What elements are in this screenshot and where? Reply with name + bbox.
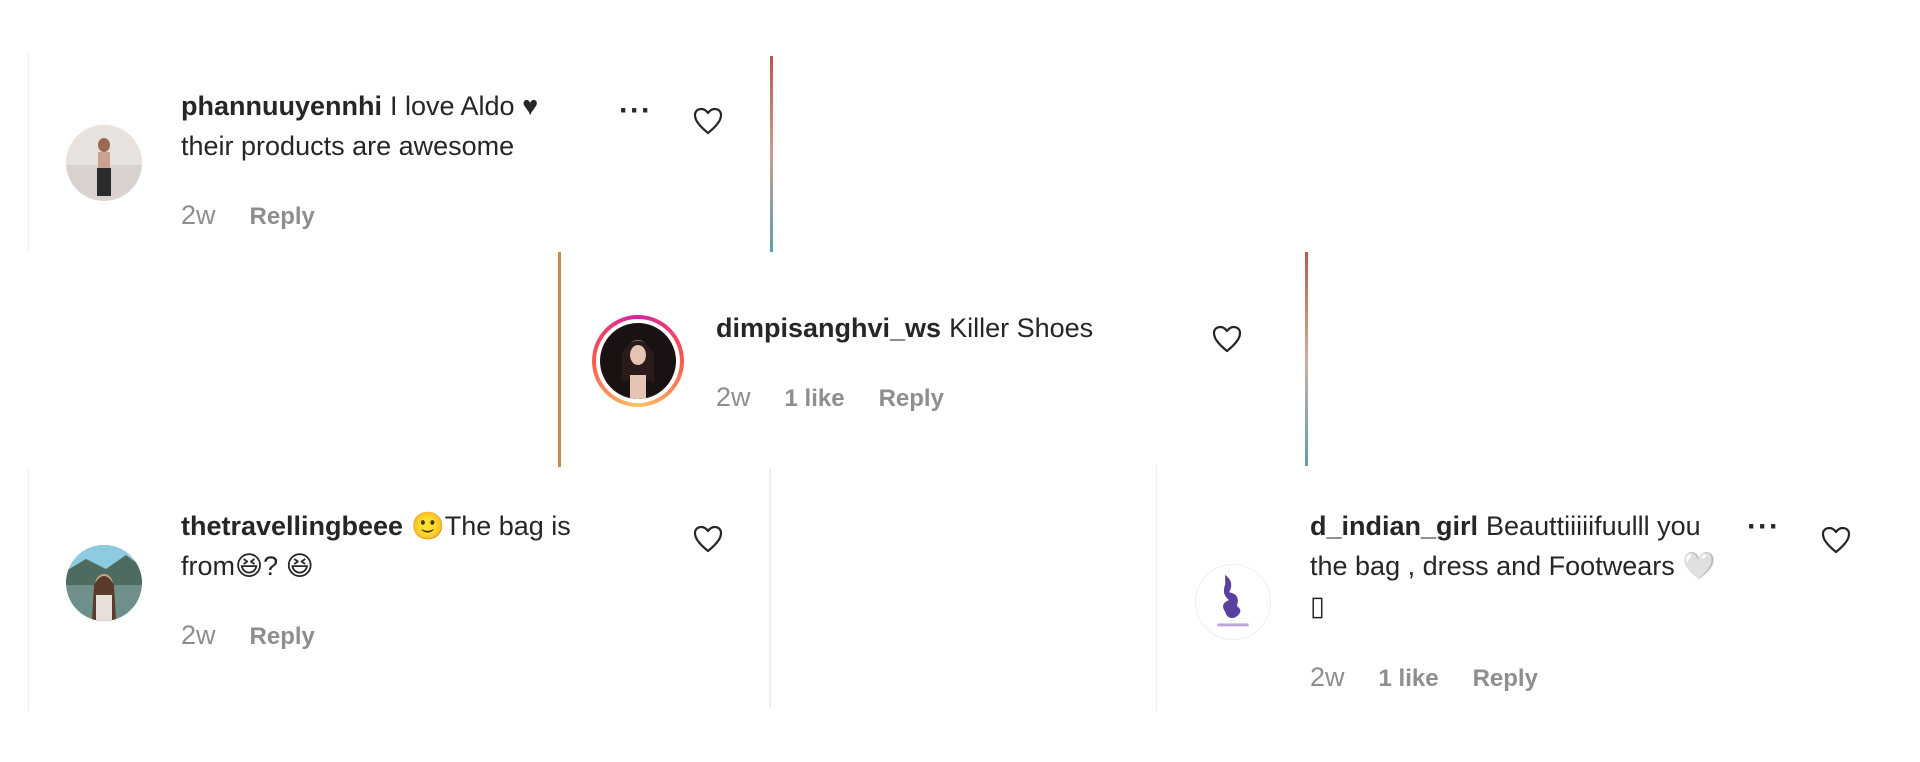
avatar[interactable] — [1195, 564, 1271, 640]
more-options-icon[interactable]: ··· — [1745, 510, 1782, 544]
username[interactable]: phannuuyennhi — [181, 91, 382, 121]
comment-meta: 2w 1 like Reply — [1310, 662, 1538, 693]
heart-outline-icon[interactable] — [693, 525, 723, 553]
comment-text: dimpisanghvi_ws Killer Shoes — [716, 308, 1136, 348]
reply-button[interactable]: Reply — [879, 385, 944, 413]
reply-button[interactable]: Reply — [250, 623, 315, 651]
timestamp[interactable]: 2w — [716, 382, 751, 413]
story-ring-avatar[interactable] — [592, 315, 684, 407]
timestamp[interactable]: 2w — [1310, 662, 1345, 693]
comment-body-line1: 🙂The bag is — [411, 511, 571, 541]
comment-body-line3: ▯ — [1310, 591, 1325, 621]
heart-outline-icon[interactable] — [693, 107, 723, 135]
avatar-photo — [66, 125, 142, 201]
timestamp[interactable]: 2w — [181, 200, 216, 231]
reply-button[interactable]: Reply — [1473, 665, 1538, 693]
likes-count[interactable]: 1 like — [785, 385, 845, 413]
avatar — [600, 323, 676, 399]
comment-text: d_indian_girl Beauttiiiiifuulll you the b… — [1310, 506, 1760, 626]
comment-text: thetravellingbeee 🙂The bag is from😆? 😆 — [181, 506, 611, 586]
comment-text: phannuuyennhi I love Aldo ♥ their product… — [181, 86, 601, 166]
heart-outline-icon[interactable] — [1212, 325, 1242, 353]
divider — [558, 252, 561, 467]
comment-meta: 2w Reply — [181, 620, 315, 651]
comment-meta: 2w Reply — [181, 200, 315, 231]
comment-card-1: phannuuyennhi I love Aldo ♥ their product… — [28, 52, 773, 252]
comment-card-2: dimpisanghvi_ws Killer Shoes 2w 1 like Re… — [558, 252, 1308, 467]
comment-body-line2: the bag , dress and Footwears 🤍 — [1310, 551, 1716, 581]
divider — [1305, 252, 1308, 467]
divider — [769, 468, 771, 708]
comment-body-line2: from😆? 😆 — [181, 551, 314, 581]
timestamp[interactable]: 2w — [181, 620, 216, 651]
username[interactable]: d_indian_girl — [1310, 511, 1478, 541]
comment-body-line1: I love Aldo ♥ — [389, 91, 539, 121]
avatar-photo — [600, 323, 676, 399]
avatar[interactable] — [66, 545, 142, 621]
username[interactable]: dimpisanghvi_ws — [716, 313, 941, 343]
comment-body-line2: their products are awesome — [181, 131, 515, 161]
avatar-photo — [1196, 565, 1270, 639]
comment-body-line1: Beauttiiiiifuulll you — [1486, 511, 1701, 541]
username[interactable]: thetravellingbeee — [181, 511, 403, 541]
comment-meta: 2w 1 like Reply — [716, 382, 944, 413]
avatar[interactable] — [66, 125, 142, 201]
divider — [770, 56, 773, 252]
avatar-photo — [66, 545, 142, 621]
likes-count[interactable]: 1 like — [1379, 665, 1439, 693]
comment-body-line1: Killer Shoes — [949, 313, 1094, 343]
comment-card-3: thetravellingbeee 🙂The bag is from😆? 😆 2w… — [28, 468, 770, 710]
more-options-icon[interactable]: ··· — [619, 94, 652, 128]
reply-button[interactable]: Reply — [250, 203, 315, 231]
comment-card-4: d_indian_girl Beauttiiiiifuulll you the b… — [1156, 466, 1902, 710]
heart-outline-icon[interactable] — [1821, 526, 1851, 554]
